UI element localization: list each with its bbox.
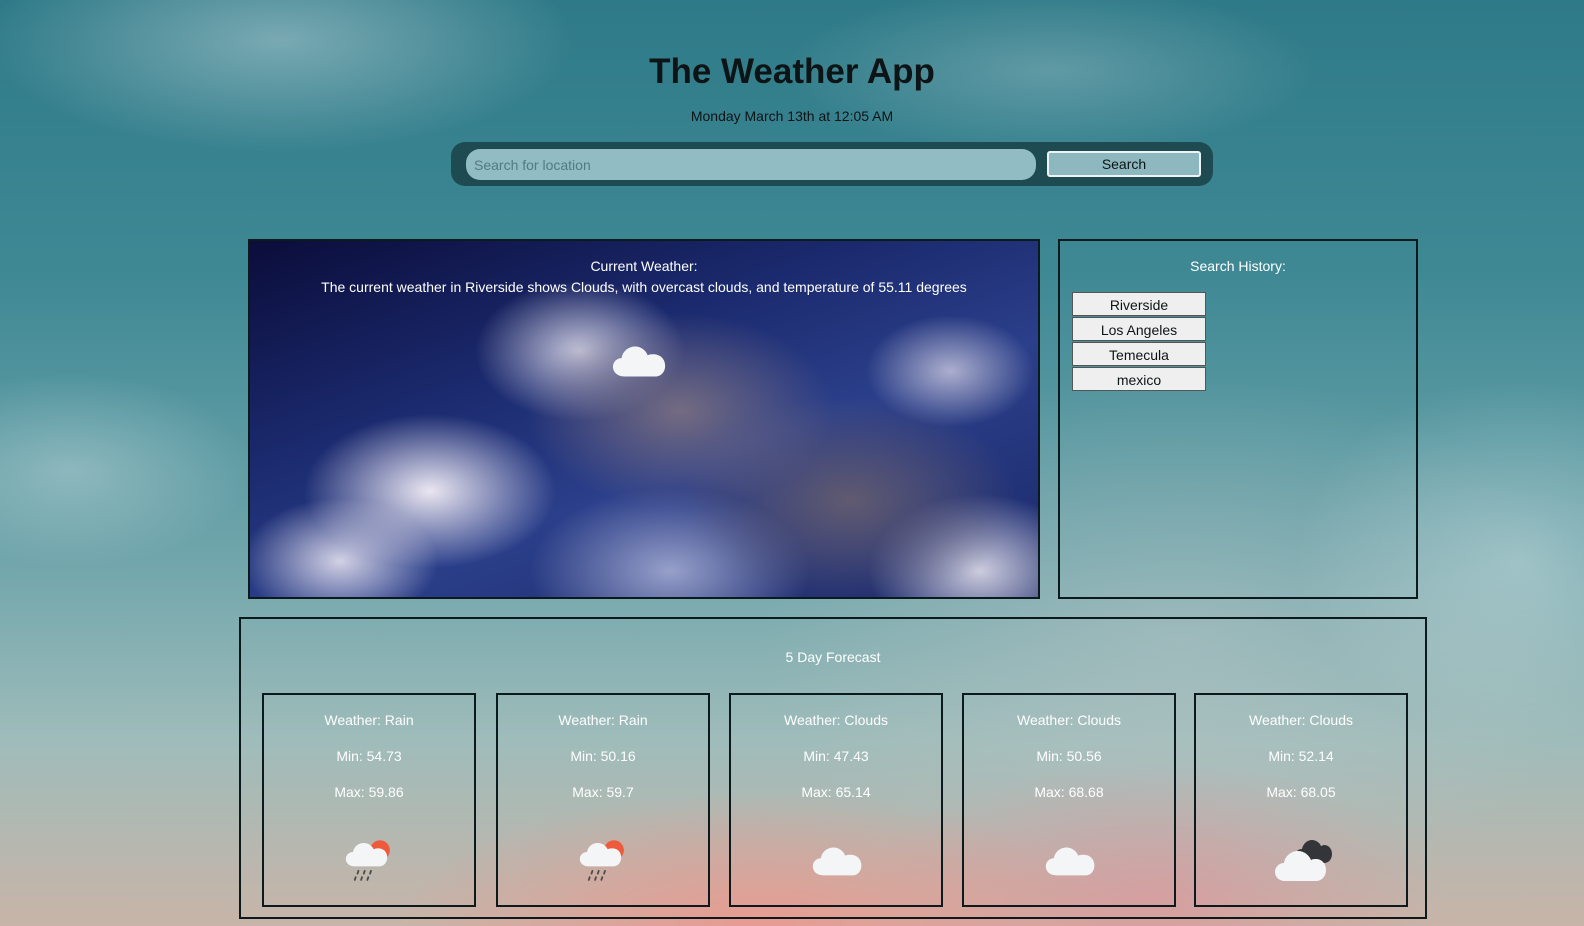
current-weather-panel: Current Weather: The current weather in … [248, 239, 1040, 599]
broken-clouds-icon [1272, 837, 1334, 885]
forecast-day-card: Weather: Rain Min: 50.16 Max: 59.7 [496, 693, 710, 907]
forecast-max: Max: 65.14 [801, 784, 871, 800]
forecast-min: Min: 50.56 [1036, 748, 1102, 764]
forecast-heading: 5 Day Forecast [785, 649, 881, 665]
forecast-panel: 5 Day Forecast Weather: Rain Min: 54.73 … [239, 617, 1427, 919]
history-item-mexico[interactable]: mexico [1072, 367, 1206, 391]
forecast-day-card: Weather: Clouds Min: 47.43 Max: 65.14 [729, 693, 943, 907]
forecast-min: Min: 54.73 [336, 748, 402, 764]
current-weather-description: The current weather in Riverside shows C… [321, 279, 967, 295]
search-button[interactable]: Search [1047, 151, 1201, 177]
forecast-min: Min: 47.43 [803, 748, 869, 764]
forecast-day-card: Weather: Clouds Min: 50.56 Max: 68.68 [962, 693, 1176, 907]
rain-sun-icon [344, 837, 398, 885]
forecast-weather: Weather: Rain [324, 712, 414, 728]
current-weather-heading: Current Weather: [590, 258, 698, 274]
search-bar: Search [451, 142, 1213, 186]
forecast-weather: Weather: Clouds [1248, 712, 1353, 728]
current-date: Monday March 13th at 12:05 AM [690, 108, 894, 124]
history-item-temecula[interactable]: Temecula [1072, 342, 1206, 366]
search-input[interactable] [466, 149, 1036, 180]
search-history-panel: Search History: Riverside Los Angeles Te… [1058, 239, 1418, 599]
search-history-list: Riverside Los Angeles Temecula mexico [1072, 292, 1206, 392]
forecast-day-card: Weather: Clouds Min: 52.14 Max: 68.05 [1194, 693, 1408, 907]
forecast-weather: Weather: Clouds [1016, 712, 1121, 728]
forecast-max: Max: 59.86 [334, 784, 404, 800]
history-item-riverside[interactable]: Riverside [1072, 292, 1206, 316]
cloud-icon [1044, 841, 1098, 881]
forecast-day-card: Weather: Rain Min: 54.73 Max: 59.86 [262, 693, 476, 907]
forecast-max: Max: 68.68 [1034, 784, 1104, 800]
forecast-weather: Weather: Clouds [783, 712, 888, 728]
rain-sun-icon [578, 837, 632, 885]
search-history-heading: Search History: [1190, 258, 1286, 274]
forecast-max: Max: 59.7 [572, 784, 634, 800]
cloud-icon [811, 841, 865, 881]
history-item-los-angeles[interactable]: Los Angeles [1072, 317, 1206, 341]
forecast-max: Max: 68.05 [1266, 784, 1336, 800]
forecast-weather: Weather: Rain [558, 712, 648, 728]
forecast-min: Min: 50.16 [570, 748, 636, 764]
cloud-icon [611, 341, 669, 381]
app-title: The Weather App [649, 52, 935, 91]
forecast-min: Min: 52.14 [1268, 748, 1334, 764]
